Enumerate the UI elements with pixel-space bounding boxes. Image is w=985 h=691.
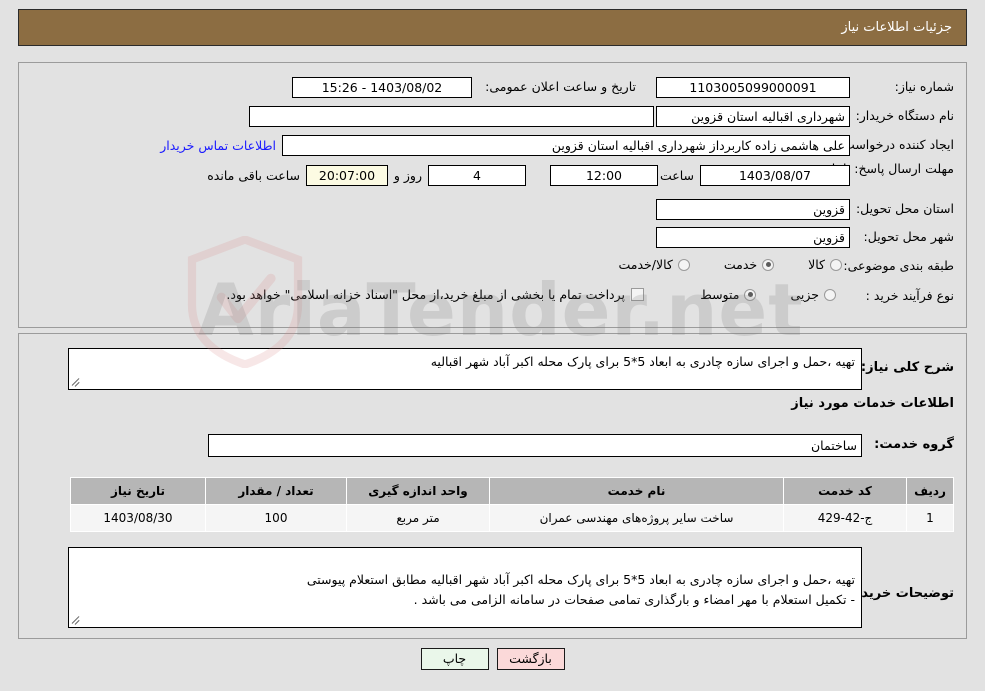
general-desc-value: تهیه ،حمل و اجرای سازه چادری به ابعاد 5*… — [430, 354, 855, 369]
th-need-date: تاریخ نیاز — [70, 477, 206, 505]
page-title: جزئیات اطلاعات نیاز — [841, 20, 952, 35]
cell-index: 1 — [906, 504, 954, 532]
need-detail-panel: شرح کلی نیاز: تهیه ،حمل و اجرای سازه چاد… — [18, 333, 967, 639]
radio-goods-service-icon[interactable] — [677, 258, 690, 271]
category-option-service-label: خدمت — [723, 257, 758, 272]
category-option-goods-label: کالا — [808, 257, 825, 272]
category-label: طبقه بندی موضوعی: — [843, 258, 954, 273]
table-header-row: ردیف کد خدمت نام خدمت واحد اندازه گیری ت… — [70, 477, 954, 505]
need-info-panel: شماره نیاز: 1103005099000091 تاریخ و ساع… — [18, 62, 967, 328]
province-value: قزوین — [656, 199, 850, 220]
remaining-time-value: 20:07:00 — [306, 165, 388, 186]
row-process-type: نوع فرآیند خرید : — [866, 288, 954, 303]
services-section-heading: اطلاعات خدمات مورد نیاز — [791, 396, 954, 411]
remaining-time-label: ساعت باقی مانده — [207, 168, 300, 183]
treasury-note-group: پرداخت تمام یا بخشی از مبلغ خرید،از محل … — [226, 287, 644, 302]
buyer-org-label: نام دستگاه خریدار: — [855, 108, 954, 123]
announce-datetime-value: 1403/08/02 - 15:26 — [292, 77, 472, 98]
deadline-hour-value: 12:00 — [550, 165, 658, 186]
general-desc-label: شرح کلی نیاز: — [860, 360, 954, 375]
remaining-days-value: 4 — [428, 165, 526, 186]
category-option-goods-service-label: کالا/خدمت — [618, 257, 673, 272]
general-desc-value-box[interactable]: تهیه ،حمل و اجرای سازه چادری به ابعاد 5*… — [68, 348, 862, 390]
category-option-service[interactable]: خدمت — [723, 257, 775, 272]
buyer-org-value: شهرداری اقبالیه استان قزوین — [656, 106, 850, 127]
service-group-value[interactable]: ساختمان — [208, 434, 862, 457]
treasury-note-label: پرداخت تمام یا بخشی از مبلغ خرید،از محل … — [226, 287, 625, 302]
th-name: نام خدمت — [489, 477, 784, 505]
buyer-notes-value-box[interactable]: تهیه ،حمل و اجرای سازه چادری به ابعاد 5*… — [68, 547, 862, 628]
province-label: استان محل تحویل: — [855, 201, 954, 216]
print-button[interactable]: چاپ — [420, 648, 489, 670]
row-creator: ایجاد کننده درخواست: — [839, 137, 954, 152]
row-city: شهر محل تحویل: — [864, 229, 954, 244]
process-option-medium[interactable]: متوسط — [700, 287, 757, 302]
cell-unit: متر مربع — [346, 504, 490, 532]
table-row: 1 ج-42-429 ساخت سایر پروژه‌های مهندسی عم… — [70, 504, 954, 532]
radio-minor-icon[interactable] — [824, 288, 836, 301]
treasury-checkbox[interactable] — [631, 288, 644, 301]
process-type-radio-group: جزیی متوسط — [700, 287, 836, 302]
row-category: طبقه بندی موضوعی: — [843, 258, 954, 273]
row-announce-datetime: تاریخ و ساعت اعلان عمومی: — [485, 79, 636, 94]
page-header: جزئیات اطلاعات نیاز — [18, 9, 967, 46]
process-type-label: نوع فرآیند خرید : — [865, 288, 954, 303]
creator-value: علی هاشمی زاده کاربرداز شهرداری اقبالیه … — [282, 135, 850, 156]
row-buyer-org: نام دستگاه خریدار: — [856, 108, 954, 123]
buyer-contact-link[interactable]: اطلاعات تماس خریدار — [160, 138, 276, 153]
radio-medium-icon[interactable] — [744, 288, 757, 301]
footer-actions: بازگشت چاپ — [0, 648, 985, 670]
cell-quantity: 100 — [205, 504, 347, 532]
category-option-goods[interactable]: کالا — [808, 257, 842, 272]
cell-name: ساخت سایر پروژه‌های مهندسی عمران — [489, 504, 784, 532]
th-quantity: تعداد / مقدار — [205, 477, 347, 505]
creator-label: ایجاد کننده درخواست: — [838, 137, 954, 152]
resize-grip-icon[interactable] — [72, 378, 81, 387]
service-group-label: گروه خدمت: — [874, 437, 954, 452]
buyer-org-secondary-value — [249, 106, 654, 127]
process-option-minor[interactable]: جزیی — [790, 287, 836, 302]
need-number-label: شماره نیاز: — [894, 79, 954, 94]
category-radio-group: کالا خدمت کالا/خدمت — [618, 257, 842, 272]
city-label: شهر محل تحویل: — [863, 229, 954, 244]
back-button[interactable]: بازگشت — [496, 648, 565, 670]
buyer-notes-value: تهیه ،حمل و اجرای سازه چادری به ابعاد 5*… — [306, 572, 855, 607]
remaining-days-label: روز و — [393, 168, 422, 183]
process-option-medium-label: متوسط — [700, 287, 740, 302]
services-table: ردیف کد خدمت نام خدمت واحد اندازه گیری ت… — [70, 477, 954, 532]
row-deadline: مهلت ارسال پاسخ: تا تاریخ: — [810, 161, 954, 177]
deadline-hour-label: ساعت — [659, 168, 694, 183]
deadline-date-value: 1403/08/07 — [700, 165, 850, 186]
need-number-value: 1103005099000091 — [656, 77, 850, 98]
radio-goods-icon[interactable] — [830, 258, 842, 271]
category-option-goods-service[interactable]: کالا/خدمت — [618, 257, 690, 272]
cell-code: ج-42-429 — [783, 504, 907, 532]
announce-datetime-label: تاریخ و ساعت اعلان عمومی: — [485, 79, 636, 94]
row-province: استان محل تحویل: — [856, 201, 954, 216]
resize-grip-icon[interactable] — [72, 616, 81, 625]
city-value: قزوین — [656, 227, 850, 248]
row-need-number: شماره نیاز: — [895, 79, 954, 94]
process-option-minor-label: جزیی — [790, 287, 819, 302]
radio-service-icon[interactable] — [762, 258, 775, 271]
cell-need-date: 1403/08/30 — [70, 504, 206, 532]
th-code: کد خدمت — [783, 477, 907, 505]
th-index: ردیف — [906, 477, 954, 505]
th-unit: واحد اندازه گیری — [346, 477, 490, 505]
